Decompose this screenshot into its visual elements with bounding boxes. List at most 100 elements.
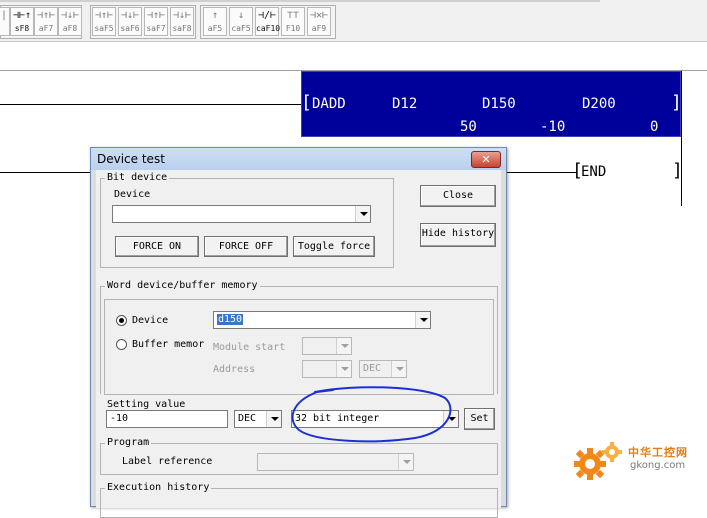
watermark-logo: 中华工控网 gkong.com <box>570 436 705 492</box>
chevron-down-icon[interactable] <box>398 454 413 470</box>
force-on-button[interactable]: FORCE ON <box>115 236 199 257</box>
toggle-force-button[interactable]: Toggle force <box>293 236 375 257</box>
bit-device-label: Device <box>114 189 151 200</box>
toolbar-key-label: aF7 <box>38 24 54 33</box>
dialog-title: Device test <box>97 152 165 166</box>
word-device-group: Word device/buffer memory Device d150 Bu… <box>100 280 498 395</box>
setting-type-dropdown[interactable]: 32 bit integer <box>291 410 459 428</box>
instruction-value-arg3: 0 <box>650 119 659 135</box>
toolbar-key-label: saF8 <box>172 24 192 33</box>
word-device-value: d150 <box>217 314 244 325</box>
address-format-value: DEC <box>363 363 382 374</box>
bit-device-group: Bit device Device FORCE ON FORCE OFF Tog… <box>100 172 394 268</box>
right-power-rail <box>681 71 682 206</box>
setting-format-dropdown[interactable]: DEC <box>234 410 282 428</box>
instruction-op: DADD <box>312 96 346 112</box>
toolbar-icon: ⊣⊢↑ <box>12 10 32 21</box>
device-radio[interactable] <box>116 315 127 326</box>
ladder-rung-line <box>0 104 301 105</box>
chevron-down-icon[interactable] <box>443 411 458 427</box>
toolbar-icon: ⊣/⊢ <box>257 10 277 21</box>
toolbar-button-8[interactable]: ↑ aF5 <box>203 7 227 36</box>
setting-value-input[interactable]: -10 <box>106 410 228 428</box>
toolbar-key-label: aF9 <box>311 24 327 33</box>
ladder-rung-line-2b <box>506 172 576 173</box>
ladder-toolbar: |/| 7 ⊣⊢↑ sF8 ⊣↑⊢ aF7 ⊣↓⊢ aF8 ⊣↑⊢ saF5 ⊣… <box>0 0 707 42</box>
toolbar-button-1[interactable]: ⊣⊢↑ sF8 <box>10 7 34 36</box>
toolbar-button-12[interactable]: ⊣✕⊢ aF9 <box>307 7 331 36</box>
execution-history-legend: Execution history <box>105 482 212 494</box>
toolbar-icon: ⊣↑⊢ <box>36 10 56 21</box>
dialog-body: Bit device Device FORCE ON FORCE OFF Tog… <box>96 170 501 518</box>
arrow-up-icon: ↑ <box>211 10 219 21</box>
toolbar-key-label: 7 <box>0 24 9 33</box>
end-bracket-right: ] <box>672 160 683 181</box>
toolbar-button-0[interactable]: |/| 7 <box>0 7 10 36</box>
buffer-memory-radio-label: Buffer memor <box>132 339 205 350</box>
chevron-down-icon[interactable] <box>336 361 351 377</box>
toolbar-button-7[interactable]: ⊣↓⊢ saF8 <box>170 7 194 36</box>
toolbar-button-10[interactable]: ⊣/⊢ caF10 <box>255 7 281 36</box>
address-dropdown[interactable] <box>302 360 352 378</box>
bit-device-legend: Bit device <box>105 172 170 184</box>
watermark-url: gkong.com <box>630 460 686 471</box>
buffer-memory-radio[interactable] <box>116 339 127 350</box>
toolbar-top-divider <box>0 0 600 2</box>
instruction-box[interactable]: [ DADD D12 D150 D200 ] 50 -10 0 <box>301 71 682 137</box>
toolbar-button-9[interactable]: ↓ caF5 <box>229 7 253 36</box>
set-button[interactable]: Set <box>464 408 495 430</box>
toolbar-icon: |/| <box>0 10 8 21</box>
instruction-value-arg2: -10 <box>540 119 566 135</box>
module-start-dropdown[interactable] <box>302 337 352 355</box>
chevron-down-icon[interactable] <box>266 411 281 427</box>
toolbar-icon: ⊣↓⊢ <box>60 10 80 21</box>
word-device-legend: Word device/buffer memory <box>105 280 260 292</box>
label-reference-label: Label reference <box>122 456 213 467</box>
address-format-dropdown[interactable]: DEC <box>359 360 407 378</box>
chevron-down-icon[interactable] <box>336 338 351 354</box>
toolbar-button-11[interactable]: ⊤⊤ F10 <box>281 7 305 36</box>
module-start-label: Module start <box>213 342 286 353</box>
toolbar-icon: ⊣↓⊢ <box>120 10 140 21</box>
chevron-down-icon[interactable] <box>391 361 406 377</box>
chevron-down-icon[interactable] <box>355 206 370 222</box>
toolbar-key-label: saF5 <box>94 24 114 33</box>
program-group: Program Label reference <box>100 437 498 475</box>
execution-history-group: Execution history <box>100 482 498 518</box>
watermark-text-cn: 中华工控网 <box>628 446 688 459</box>
instruction-arg3: D200 <box>582 96 616 112</box>
setting-format-value: DEC <box>238 413 257 424</box>
close-icon[interactable]: ✕ <box>471 151 501 168</box>
force-off-button[interactable]: FORCE OFF <box>204 236 288 257</box>
toolbar-icon: ⊣↑⊢ <box>94 10 114 21</box>
instruction-value-arg1: 50 <box>460 119 477 135</box>
toolbar-key-label: caF5 <box>231 24 251 33</box>
toolbar-key-label: F10 <box>285 24 301 33</box>
toolbar-button-4[interactable]: ⊣↑⊢ saF5 <box>92 7 116 36</box>
label-reference-dropdown[interactable] <box>257 453 414 471</box>
ladder-rung-line-2 <box>0 172 92 173</box>
dialog-titlebar[interactable]: Device test ✕ <box>91 148 506 170</box>
arrow-down-icon: ↓ <box>237 10 245 21</box>
toolbar-button-3[interactable]: ⊣↓⊢ aF8 <box>58 7 82 36</box>
toolbar-button-5[interactable]: ⊣↓⊢ saF6 <box>118 7 142 36</box>
toolbar-key-label: aF8 <box>62 24 78 33</box>
toolbar-key-label: aF5 <box>207 24 223 33</box>
bit-device-dropdown[interactable] <box>112 205 371 223</box>
chevron-down-icon[interactable] <box>415 312 430 328</box>
word-device-dropdown[interactable]: d150 <box>213 311 431 329</box>
device-radio-label: Device <box>132 315 169 326</box>
toolbar-button-6[interactable]: ⊣↑⊢ saF7 <box>144 7 168 36</box>
toolbar-button-2[interactable]: ⊣↑⊢ aF7 <box>34 7 58 36</box>
toolbar-key-label: caF10 <box>256 24 281 33</box>
gear-icon <box>574 442 622 480</box>
end-instruction[interactable]: END <box>581 164 606 180</box>
setting-type-value: 32 bit integer <box>295 413 380 424</box>
toolbar-icon: ⊣✕⊢ <box>309 10 329 21</box>
toolbar-key-label: saF6 <box>120 24 140 33</box>
close-button[interactable]: Close <box>420 185 496 207</box>
instruction-arg2: D150 <box>482 96 516 112</box>
toolbar-icon: ⊣↑⊢ <box>146 10 166 21</box>
instruction-arg1: D12 <box>392 96 418 112</box>
hide-history-button[interactable]: Hide history <box>420 223 496 247</box>
